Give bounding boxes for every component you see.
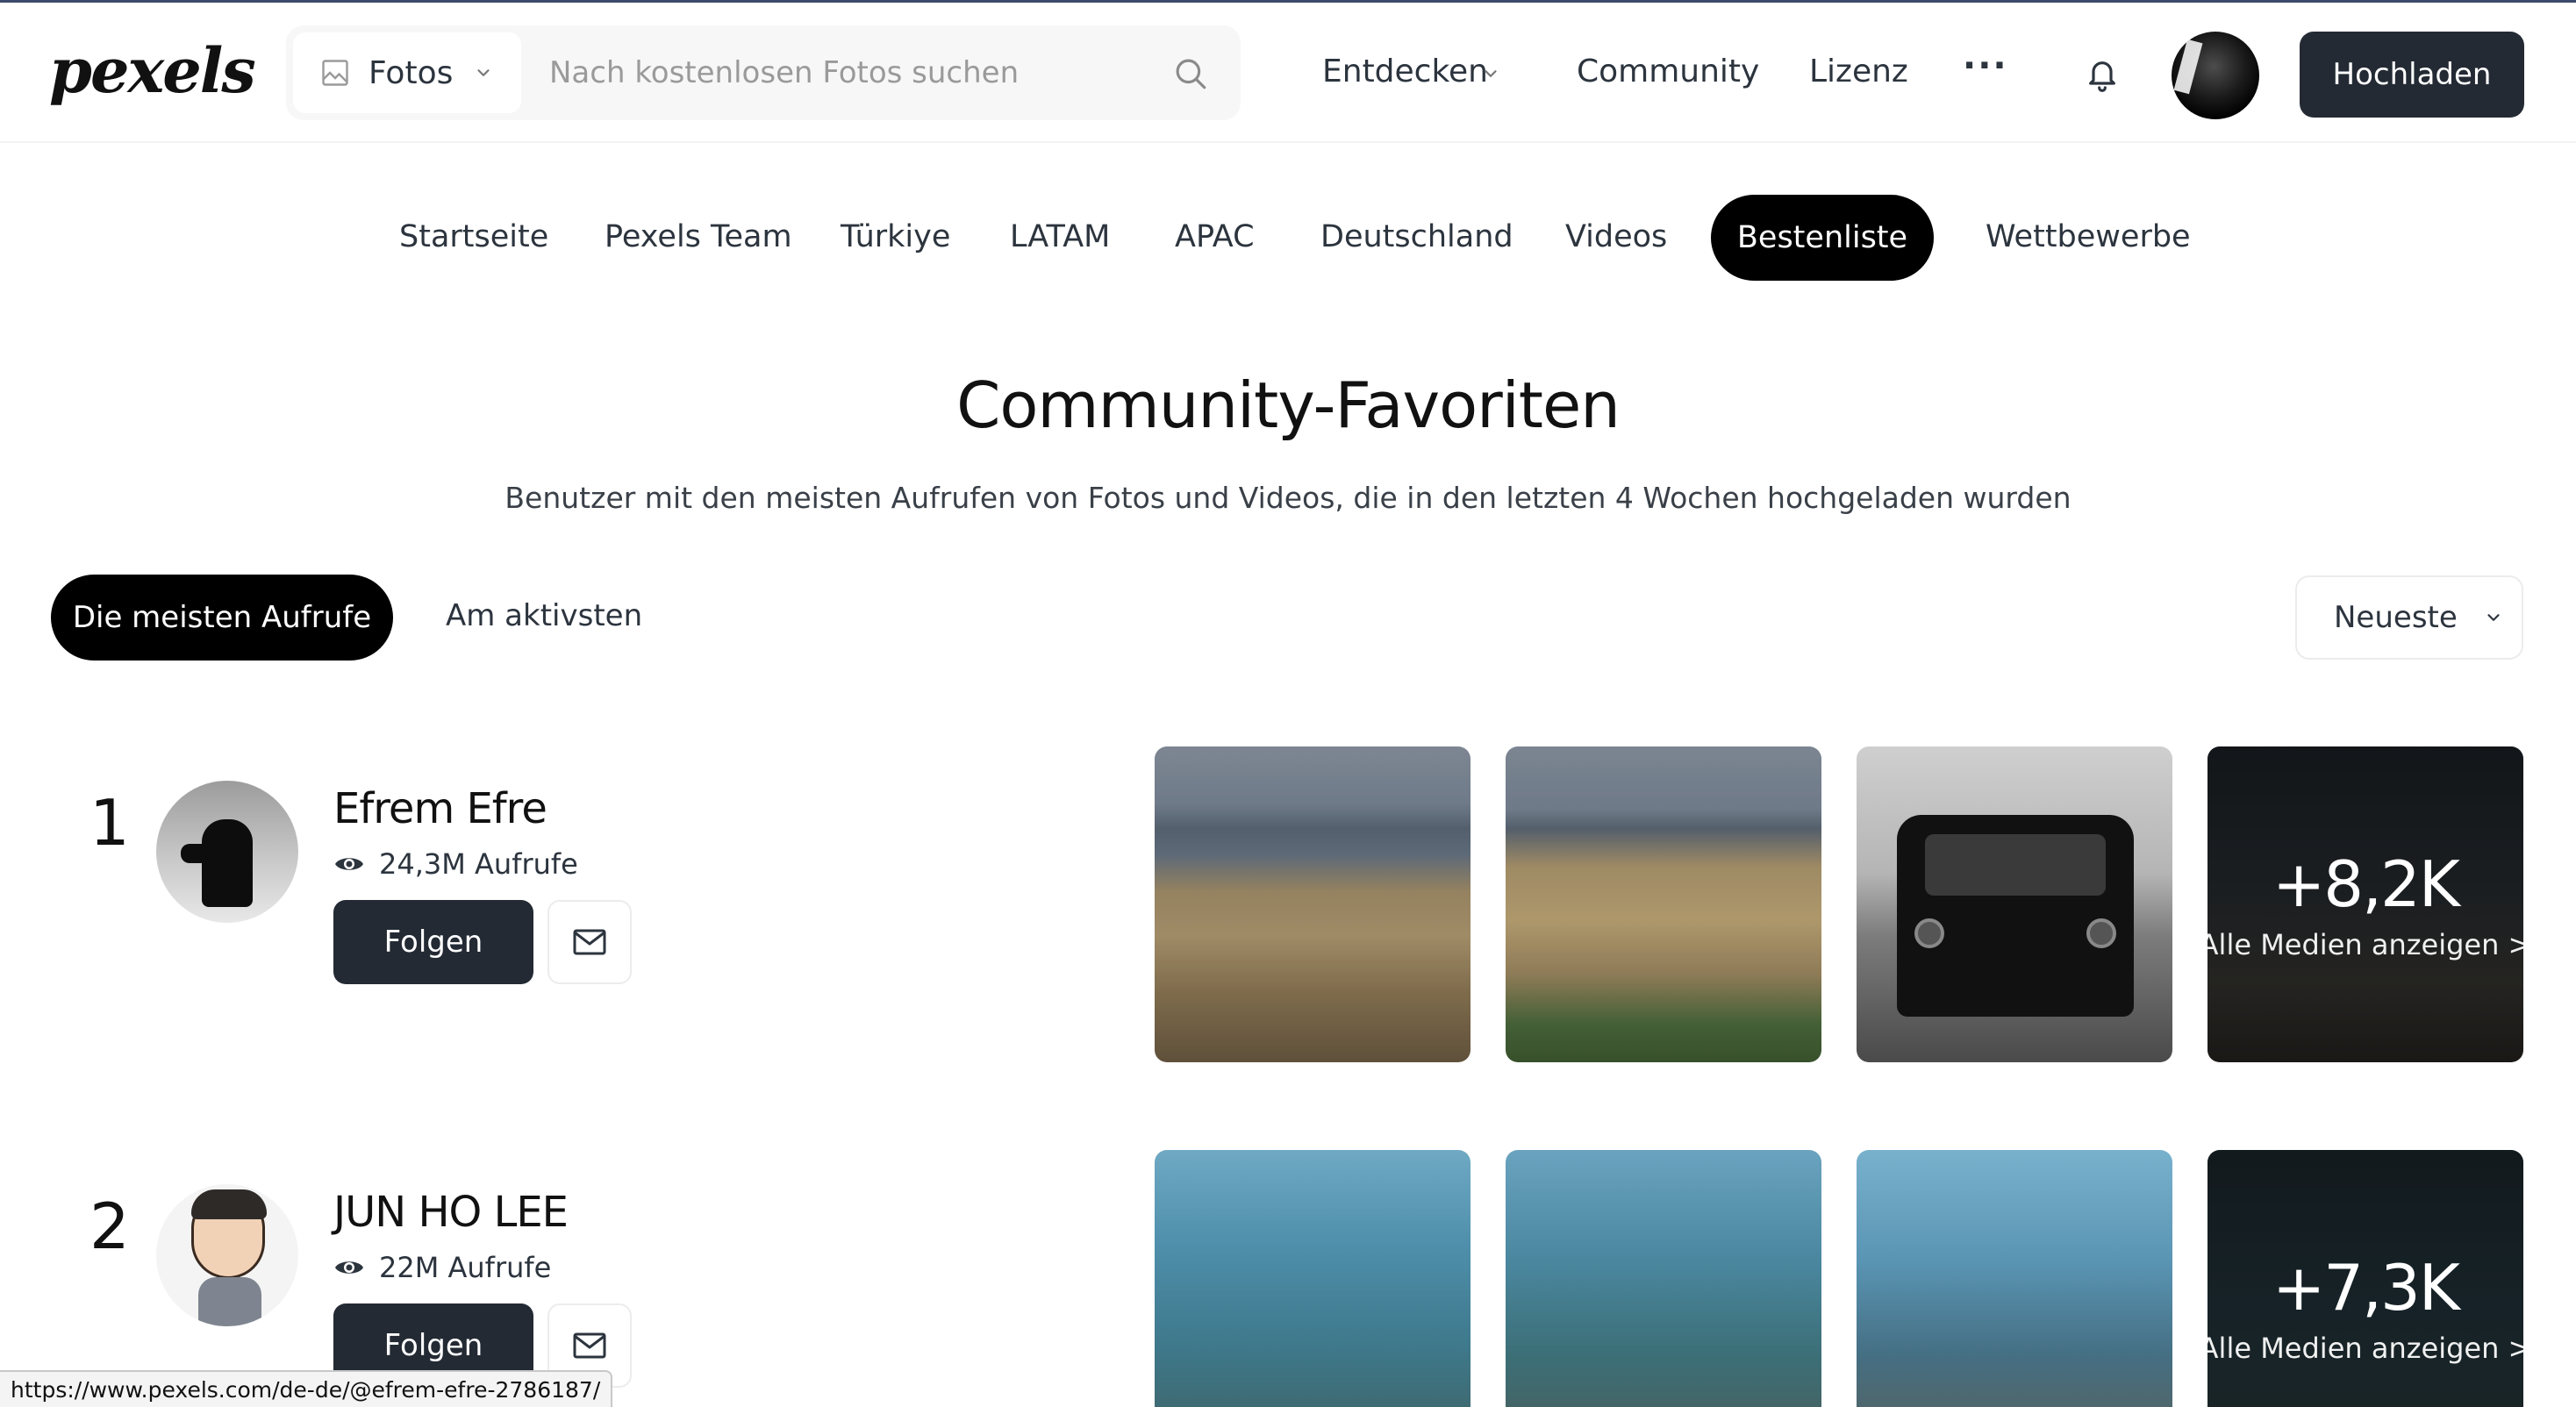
car-headlight (1914, 918, 1944, 948)
view-count: 24,3M Aufrufe (333, 847, 578, 881)
media-thumbnail[interactable] (1155, 746, 1470, 1062)
more-menu-button[interactable]: ··· (1963, 48, 2008, 83)
subnav-tuerkiye[interactable]: Türkiye (841, 219, 950, 254)
avatar-hair (191, 1189, 267, 1219)
thumbnail-dim (1155, 746, 1470, 1062)
page-title: Community-Favoriten (956, 368, 1621, 442)
eye-icon (335, 1261, 363, 1274)
subnav-bestenliste[interactable]: Bestenliste (1711, 195, 1934, 281)
rank-number: 2 (89, 1189, 130, 1263)
creator-avatar[interactable] (156, 781, 298, 923)
upload-button[interactable]: Hochladen (2300, 32, 2524, 118)
chevron-down-icon (1485, 70, 1497, 77)
more-media-count: +7,3K (2272, 1251, 2460, 1325)
message-button[interactable] (547, 900, 632, 984)
car-window (1925, 834, 2106, 896)
search-bar: Fotos (286, 25, 1241, 120)
media-thumbnail[interactable] (1857, 746, 2172, 1062)
page-subtitle: Benutzer mit den meisten Aufrufen von Fo… (504, 481, 2072, 515)
image-icon (322, 60, 348, 86)
avatar-camera (181, 844, 221, 863)
avatar-silhouette (202, 819, 253, 907)
all-media-overlay: +7,3K Alle Medien anzeigen > (2207, 1150, 2523, 1407)
subnav-startseite[interactable]: Startseite (399, 219, 548, 254)
sort-dropdown[interactable]: Neueste (2295, 575, 2523, 660)
all-media-tile[interactable]: +7,3K Alle Medien anzeigen > (2207, 1150, 2523, 1407)
follow-button[interactable]: Folgen (333, 900, 533, 984)
avatar-body (198, 1277, 261, 1326)
chevron-down-icon (477, 69, 490, 76)
subnav-deutschland[interactable]: Deutschland (1320, 219, 1513, 254)
view-count-label: 22M Aufrufe (379, 1251, 552, 1284)
mail-icon (573, 1332, 606, 1359)
bell-icon[interactable] (2085, 55, 2120, 94)
creator-name[interactable]: Efrem Efre (333, 784, 547, 833)
thumbnail-dim (1506, 746, 1821, 1062)
more-media-count: +8,2K (2272, 847, 2460, 921)
subnav-latam[interactable]: LATAM (1010, 219, 1110, 254)
rank-number: 1 (89, 786, 130, 860)
search-input[interactable] (549, 45, 1146, 101)
creator-name[interactable]: JUN HO LEE (333, 1188, 569, 1237)
media-thumbnail[interactable] (1506, 1150, 1821, 1407)
view-count: 22M Aufrufe (333, 1251, 551, 1284)
subnav-apac[interactable]: APAC (1175, 219, 1255, 254)
media-thumbnail[interactable] (1506, 746, 1821, 1062)
nav-entdecken[interactable]: Entdecken (1322, 54, 1488, 89)
user-avatar[interactable] (2172, 32, 2259, 119)
nav-lizenz[interactable]: Lizenz (1809, 54, 1908, 89)
media-thumbnail[interactable] (1155, 1150, 1470, 1407)
pexels-logo[interactable]: pexels (49, 34, 256, 107)
filter-tab-most-views[interactable]: Die meisten Aufrufe (51, 575, 393, 661)
creator-avatar[interactable] (156, 1184, 298, 1326)
status-bar-url: https://www.pexels.com/de-de/@efrem-efre… (0, 1370, 613, 1407)
mail-icon (573, 929, 606, 955)
search-type-dropdown[interactable]: Fotos (293, 32, 521, 113)
all-media-overlay: +8,2K Alle Medien anzeigen > (2207, 746, 2523, 1062)
all-media-tile[interactable]: +8,2K Alle Medien anzeigen > (2207, 746, 2523, 1062)
car-headlight (2086, 918, 2116, 948)
sort-label: Neueste (2334, 600, 2458, 635)
search-type-label: Fotos (369, 54, 454, 91)
all-media-link[interactable]: Alle Medien anzeigen > (2207, 928, 2523, 961)
nav-community[interactable]: Community (1577, 54, 1759, 89)
all-media-link[interactable]: Alle Medien anzeigen > (2207, 1332, 2523, 1365)
media-thumbnail[interactable] (1857, 1150, 2172, 1407)
eye-icon (335, 858, 363, 870)
view-count-label: 24,3M Aufrufe (379, 847, 578, 881)
filter-tab-most-active[interactable]: Am aktivsten (446, 598, 642, 633)
subnav-videos[interactable]: Videos (1565, 219, 1667, 254)
search-icon[interactable] (1172, 55, 1209, 92)
site-header: pexels Fotos Entdecken Community Lizenz … (0, 3, 2576, 143)
chevron-down-icon (2487, 614, 2500, 621)
subnav-wettbewerbe[interactable]: Wettbewerbe (1986, 219, 2191, 254)
subnav-pexels-team[interactable]: Pexels Team (605, 219, 792, 254)
